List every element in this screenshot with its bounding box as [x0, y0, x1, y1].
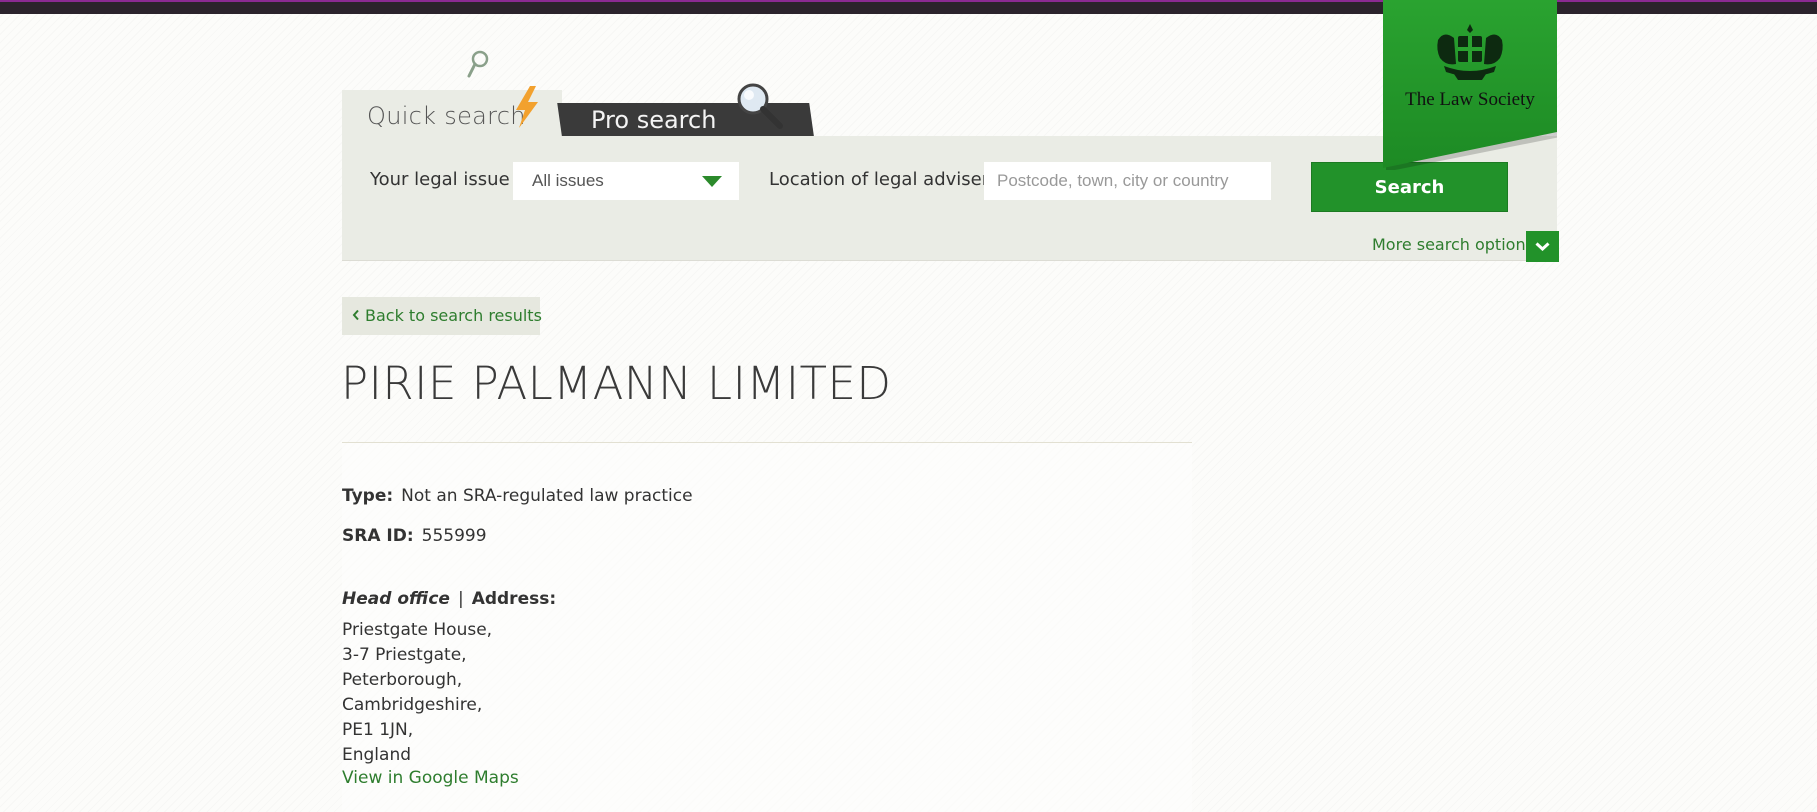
address-line: Cambridgeshire,: [342, 695, 483, 715]
small-magnifier-icon: [467, 50, 489, 78]
address-block: Priestgate House, 3-7 Priestgate, Peterb…: [342, 618, 492, 768]
sra-id-value: 555999: [421, 526, 487, 546]
address-label: Address:: [471, 589, 557, 609]
dropdown-arrow-icon: [702, 176, 722, 187]
legal-issue-label: Your legal issue: [370, 169, 510, 190]
more-options-toggle[interactable]: [1526, 231, 1559, 262]
location-input[interactable]: [984, 162, 1271, 200]
address-line: Peterborough,: [342, 670, 463, 690]
chevron-down-icon: [1535, 242, 1550, 251]
location-label: Location of legal adviser: [769, 169, 990, 190]
address-line: PE1 1JN,: [342, 720, 414, 740]
crest-icon: [1437, 24, 1503, 80]
address-line: Priestgate House,: [342, 620, 493, 640]
address-heading: Head office | Address:: [342, 589, 556, 609]
sra-id-label: SRA ID:: [342, 526, 414, 546]
sra-id-row: SRA ID: 555999: [342, 526, 487, 546]
tab-quick-search-label: Quick search: [367, 102, 526, 130]
firm-type-value: Not an SRA-regulated law practice: [401, 486, 693, 506]
page-title: PIRIE PALMANN LIMITED: [341, 357, 892, 410]
tab-quick-search[interactable]: Quick search: [342, 86, 562, 138]
firm-type-label: Type:: [342, 486, 394, 506]
google-maps-link[interactable]: View in Google Maps: [342, 768, 519, 788]
address-line: England: [342, 745, 412, 765]
back-to-results-label: Back to search results: [365, 306, 542, 325]
more-search-options-link[interactable]: More search options: [1372, 235, 1534, 254]
legal-issue-select[interactable]: All issues: [513, 162, 739, 200]
magnifier-icon: [737, 83, 783, 129]
brand-name[interactable]: The Law Society: [1383, 89, 1557, 111]
head-office-label: Head office: [342, 589, 450, 609]
chevron-left-icon: [352, 309, 359, 321]
address-line: 3-7 Priestgate,: [342, 645, 467, 665]
separator: |: [457, 589, 464, 609]
tab-pro-search-label: Pro search: [591, 106, 717, 134]
firm-type-row: Type: Not an SRA-regulated law practice: [342, 486, 693, 506]
legal-issue-value: All issues: [532, 171, 604, 190]
lightning-bolt-icon: [516, 86, 538, 128]
back-to-results-button[interactable]: Back to search results: [342, 297, 542, 335]
